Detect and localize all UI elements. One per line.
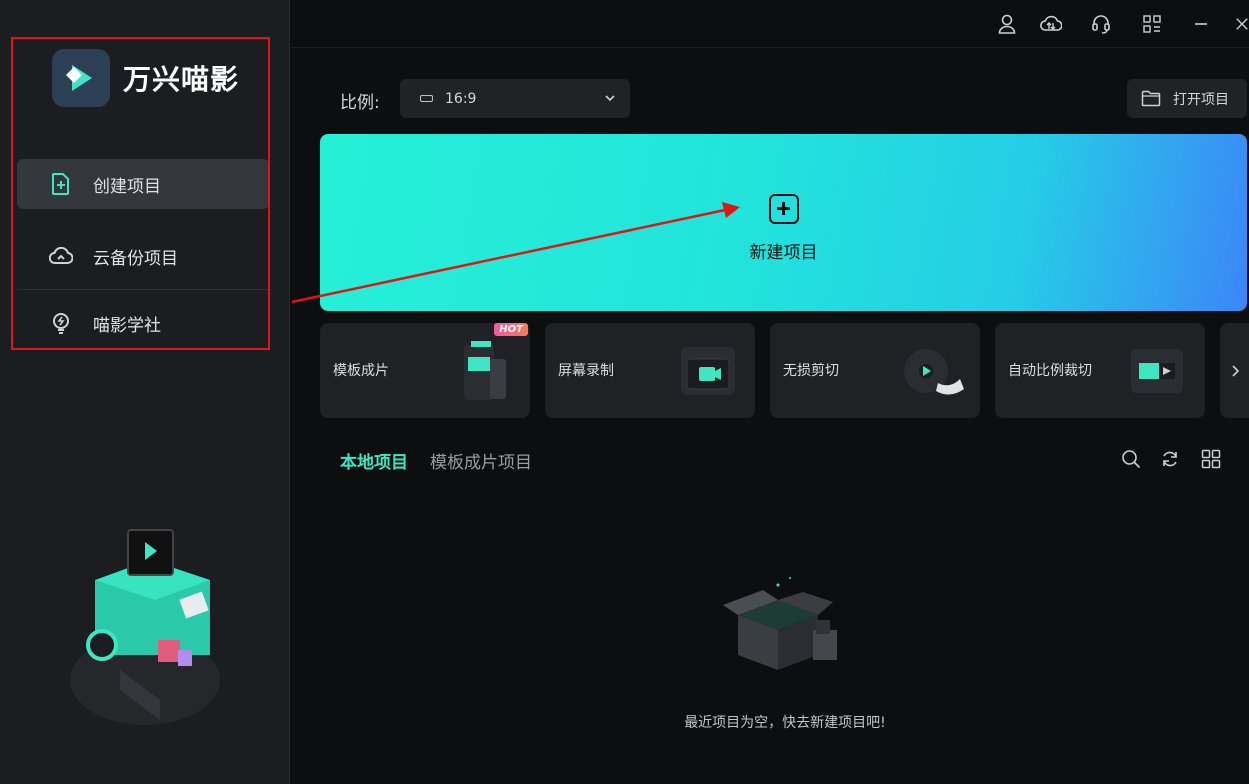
- title-bar: [291, 0, 1249, 48]
- folder-icon: [1141, 90, 1161, 107]
- screen-ratio-icon: [420, 95, 433, 102]
- grid-menu-icon[interactable]: [1140, 12, 1164, 36]
- minimize-icon[interactable]: [1189, 12, 1213, 36]
- auto-reframe-icon: [1131, 349, 1183, 393]
- ratio-label: 比例:: [340, 93, 380, 113]
- sidebar-nav: 创建项目 云备份项目 喵影学社: [17, 159, 269, 348]
- app-logo: 万兴喵影: [52, 49, 239, 107]
- cloud-sync-icon[interactable]: [1039, 12, 1063, 36]
- lightbulb-icon: [49, 311, 73, 335]
- feature-card-lossless-cut[interactable]: 无损剪切: [770, 323, 980, 418]
- tab-template-projects[interactable]: 模板成片项目: [430, 448, 532, 473]
- plus-icon: [769, 194, 799, 224]
- feature-card-auto-reframe[interactable]: 自动比例裁切: [995, 323, 1205, 418]
- film-strip-icon: [464, 341, 506, 400]
- headset-icon[interactable]: [1089, 12, 1113, 36]
- refresh-icon[interactable]: [1159, 448, 1181, 470]
- feature-scroll-next-button[interactable]: [1220, 323, 1249, 418]
- sidebar-item-label: 创建项目: [93, 176, 161, 197]
- sidebar-item-label: 云备份项目: [93, 248, 178, 269]
- grid-view-icon[interactable]: [1200, 448, 1222, 470]
- feature-card-template[interactable]: 模板成片 HOT: [320, 323, 530, 418]
- chevron-right-icon: [1231, 364, 1239, 377]
- open-project-button[interactable]: 打开项目: [1127, 79, 1247, 118]
- annotation-arrow: [291, 202, 740, 304]
- chevron-down-icon: [604, 92, 616, 108]
- user-icon[interactable]: [995, 12, 1019, 36]
- sidebar-item-create-project[interactable]: 创建项目: [17, 159, 269, 209]
- feature-label: 无损剪切: [783, 363, 839, 379]
- logo-icon: [52, 49, 110, 107]
- feature-label: 屏幕录制: [558, 363, 614, 379]
- tab-local-projects[interactable]: 本地项目: [340, 448, 408, 473]
- feature-label: 自动比例裁切: [1008, 363, 1092, 379]
- sidebar-item-cloud-backup[interactable]: 云备份项目: [17, 231, 269, 281]
- app-name: 万兴喵影: [123, 63, 240, 96]
- sidebar-item-academy[interactable]: 喵影学社: [17, 298, 269, 348]
- close-icon[interactable]: [1235, 12, 1249, 36]
- feature-card-screen-record[interactable]: 屏幕录制: [545, 323, 755, 418]
- empty-state-message: 最近项目为空，快去新建项目吧!: [684, 715, 886, 731]
- screen-record-icon: [681, 347, 735, 395]
- file-plus-icon: [49, 172, 73, 196]
- sidebar-illustration: [60, 520, 240, 730]
- sidebar-item-label: 喵影学社: [93, 315, 161, 336]
- feature-label: 模板成片: [333, 363, 389, 379]
- empty-box-icon: [723, 577, 837, 670]
- search-icon[interactable]: [1120, 448, 1142, 470]
- film-reel-icon: [904, 349, 964, 395]
- sidebar-divider: [17, 289, 269, 290]
- ratio-value: 16:9: [445, 90, 477, 107]
- sidebar: 万兴喵影 创建项目 云备份项目 喵影学社: [0, 0, 290, 784]
- cloud-icon: [49, 244, 73, 268]
- ratio-dropdown[interactable]: 16:9: [400, 79, 630, 118]
- open-project-label: 打开项目: [1173, 91, 1229, 108]
